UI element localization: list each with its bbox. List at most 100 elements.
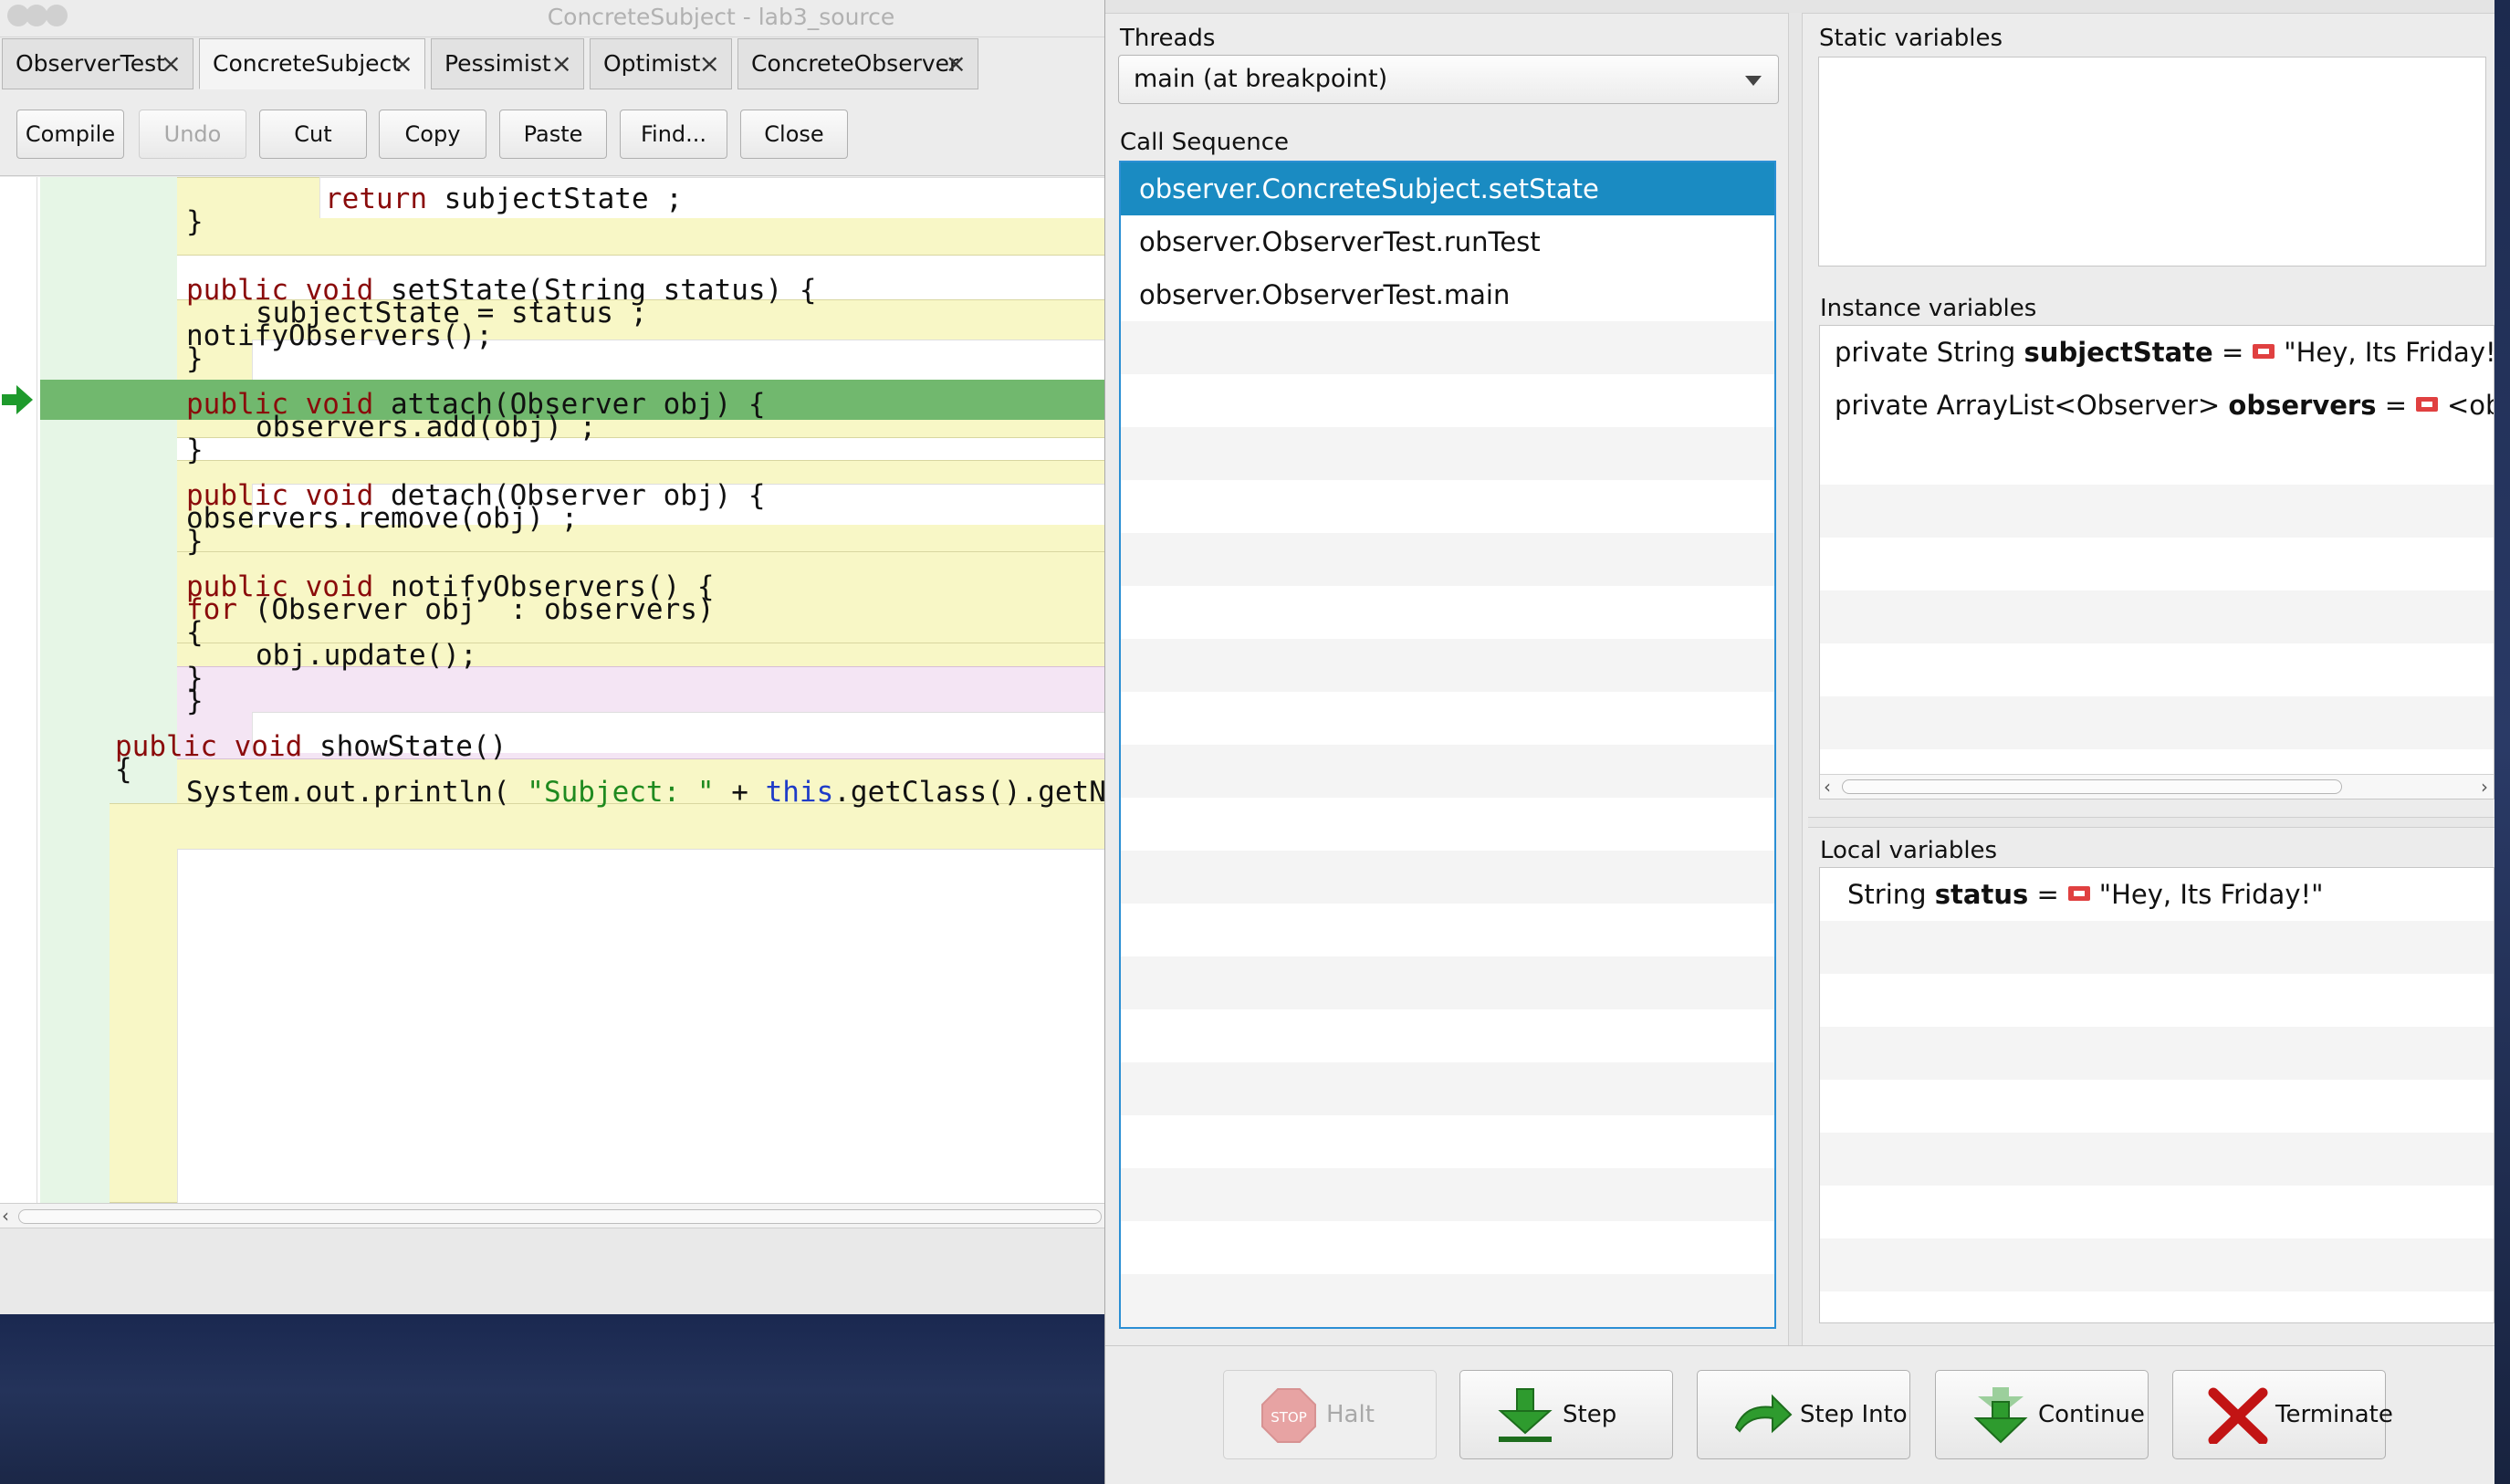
var-type: private ArrayList<Observer> <box>1835 390 2221 421</box>
call-sequence-item[interactable]: observer.ObserverTest.main <box>1121 268 1774 321</box>
var-value: "Hey, Its Friday!" <box>2098 879 2324 910</box>
code-editor[interactable]: return subjectState ; } public void setS… <box>0 177 1104 1203</box>
scrollbar-thumb[interactable] <box>1842 779 2342 794</box>
paste-button[interactable]: Paste <box>499 110 607 159</box>
var-value: "Hey, Its Friday!" <box>2284 337 2494 368</box>
chevron-down-icon <box>1745 76 1762 86</box>
step-into-button[interactable]: Step Into <box>1697 1370 1910 1459</box>
editor-horizontal-scrollbar[interactable]: ‹ <box>0 1203 1104 1228</box>
tab-pessimist[interactable]: Pessimist × <box>431 38 584 89</box>
list-stripe <box>1820 1238 2494 1291</box>
code-line: observers.add(obj) ; <box>256 411 597 444</box>
close-icon[interactable]: × <box>551 39 572 89</box>
instance-variable-row[interactable]: private ArrayList<Observer> observers = <… <box>1820 379 2494 432</box>
tab-concretesubject[interactable]: ConcreteSubject × <box>199 38 425 89</box>
find-button[interactable]: Find... <box>620 110 727 159</box>
stop-icon: STOP <box>1261 1388 1316 1443</box>
compile-button[interactable]: Compile <box>16 110 124 159</box>
cut-button[interactable]: Cut <box>259 110 367 159</box>
halt-button[interactable]: STOP Halt <box>1223 1370 1437 1459</box>
list-stripe <box>1121 956 1774 1009</box>
call-sequence-item[interactable]: observer.ConcreteSubject.setState <box>1121 162 1774 215</box>
terminate-button[interactable]: Terminate <box>2172 1370 2393 1459</box>
threads-label: Threads <box>1120 25 1216 52</box>
debugger-window: Threads main (at breakpoint) Call Sequen… <box>1104 0 2494 1484</box>
instance-variables-list[interactable]: private String subjectState = "Hey, Its F… <box>1819 325 2494 799</box>
tab-concreteobserver[interactable]: ConcreteObserver × <box>737 38 978 89</box>
list-stripe <box>1121 639 1774 692</box>
code-line: for (Observer obj : observers) <box>186 593 715 626</box>
code-line: } <box>186 685 204 717</box>
debugger-control-bar: STOP Halt Step Step Into Continue Termin… <box>1105 1345 2494 1484</box>
list-stripe <box>1820 590 2494 643</box>
static-variables-list[interactable] <box>1818 57 2486 266</box>
code-line: } <box>186 342 204 375</box>
tab-label: ObserverTest <box>16 50 165 77</box>
close-icon[interactable]: × <box>699 39 720 89</box>
code-line: public void showState() <box>115 730 507 763</box>
tab-observertest[interactable]: ObserverTest × <box>2 38 193 89</box>
continue-button[interactable]: Continue <box>1935 1370 2149 1459</box>
call-sequence-list[interactable]: observer.ConcreteSubject.setState observ… <box>1119 161 1776 1329</box>
var-value: <object <box>2447 390 2494 421</box>
code-line: { <box>115 753 132 786</box>
scroll-left-icon[interactable]: ‹ <box>2 1204 9 1228</box>
var-name: observers <box>2228 390 2377 421</box>
button-label: Step Into <box>1800 1401 1908 1428</box>
call-sequence-item[interactable]: observer.ObserverTest.runTest <box>1121 215 1774 268</box>
scrollbar-thumb[interactable] <box>18 1209 1102 1224</box>
file-tab-bar: ObserverTest × ConcreteSubject × Pessimist… <box>0 38 1104 91</box>
execution-arrow-icon <box>2 385 33 414</box>
editor-window: ConcreteSubject - lab3_source ObserverTe… <box>0 0 1104 1314</box>
code-line: System.out.println( "Subject: " + this.g… <box>186 776 1104 809</box>
copy-button[interactable]: Copy <box>379 110 486 159</box>
line-gutter[interactable] <box>0 177 37 1203</box>
close-icon[interactable]: × <box>946 39 967 89</box>
editor-titlebar: ConcreteSubject - lab3_source <box>0 0 1104 37</box>
list-stripe <box>1121 1062 1774 1115</box>
code-line: } <box>186 434 204 466</box>
list-stripe <box>1820 696 2494 749</box>
tab-label: ConcreteObserver <box>751 50 959 77</box>
threads-dropdown[interactable]: main (at breakpoint) <box>1118 55 1779 104</box>
desktop-background <box>0 1314 1114 1484</box>
close-icon[interactable]: × <box>161 39 182 89</box>
terminate-x-icon <box>2208 1387 2268 1444</box>
code-line: notifyObservers(); <box>186 319 493 352</box>
pane-divider[interactable] <box>1808 817 2494 828</box>
local-variables-list[interactable]: String status = "Hey, Its Friday!" <box>1819 867 2494 1323</box>
undo-button[interactable]: Undo <box>139 110 246 159</box>
scroll-left-icon[interactable]: ‹ <box>1824 775 1831 799</box>
close-icon[interactable]: × <box>392 39 413 89</box>
pane-divider[interactable] <box>1788 13 1803 1345</box>
list-stripe <box>1121 1274 1774 1327</box>
instance-variable-row[interactable]: private String subjectState = "Hey, Its F… <box>1820 326 2494 379</box>
instance-variables-label: Instance variables <box>1820 295 2037 322</box>
local-variables-label: Local variables <box>1820 837 1998 864</box>
code-line: observers.remove(obj) ; <box>186 502 579 535</box>
close-button[interactable]: Close <box>740 110 848 159</box>
list-stripe <box>1820 921 2494 974</box>
call-sequence-label: Call Sequence <box>1120 129 1290 156</box>
list-stripe <box>1820 485 2494 538</box>
object-reference-icon <box>2416 397 2438 412</box>
list-stripe <box>1820 1133 2494 1186</box>
instance-horizontal-scrollbar[interactable]: ‹ › <box>1820 774 2494 799</box>
debugger-titlebar <box>1105 0 2494 14</box>
statement-scope <box>177 849 1104 1203</box>
var-equals: = <box>2221 337 2244 368</box>
code-line: return subjectState ; <box>325 183 683 215</box>
var-equals: = <box>2384 390 2407 421</box>
local-variable-row[interactable]: String status = "Hey, Its Friday!" <box>1820 868 2494 921</box>
object-reference-icon <box>2253 344 2275 359</box>
button-label: Step <box>1563 1401 1617 1428</box>
list-stripe <box>1121 1168 1774 1221</box>
scroll-right-icon[interactable]: › <box>2481 775 2488 799</box>
tab-optimist[interactable]: Optimist × <box>590 38 732 89</box>
button-label: Continue <box>2038 1401 2145 1428</box>
editor-toolbar: Compile Undo Cut Copy Paste Find... Clos… <box>0 93 1104 176</box>
tab-label: Optimist <box>603 50 701 77</box>
list-stripe <box>1121 533 1774 586</box>
step-button[interactable]: Step <box>1459 1370 1673 1459</box>
list-stripe <box>1121 427 1774 480</box>
